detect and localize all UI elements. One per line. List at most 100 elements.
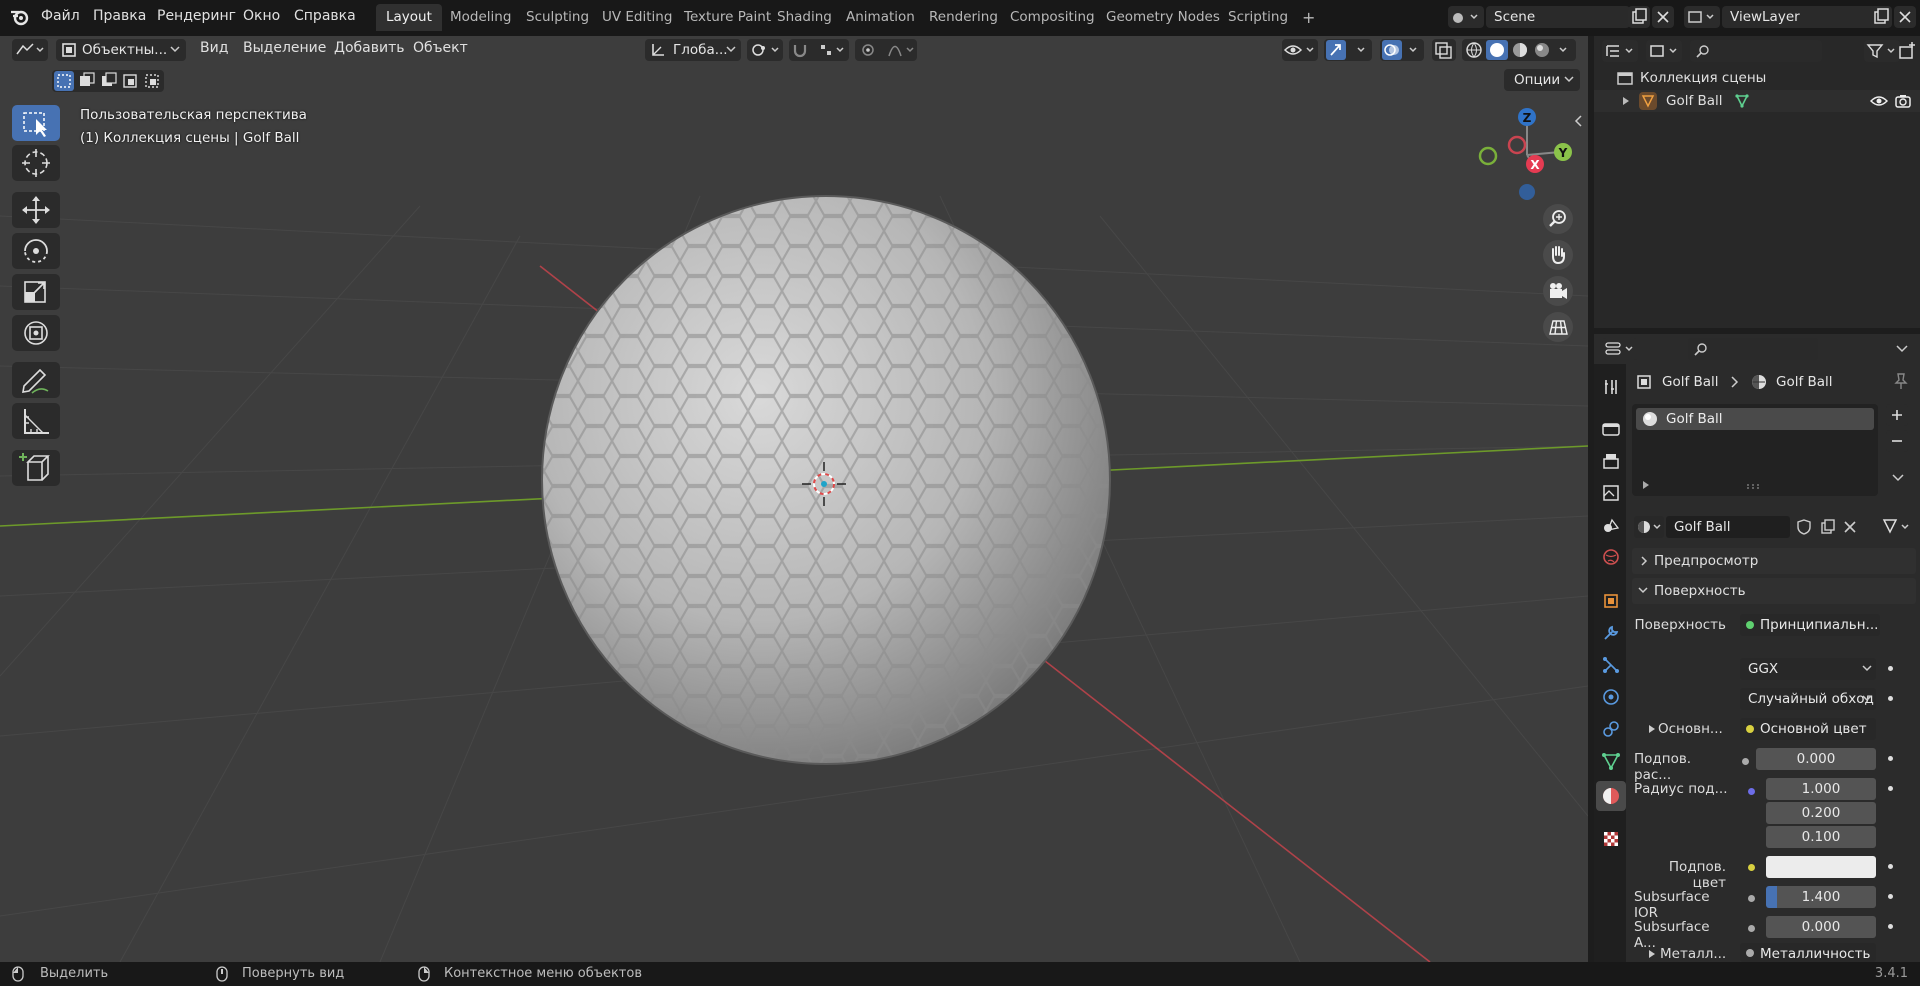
texture-tab-icon[interactable] — [1600, 828, 1622, 850]
select-intersect-icon[interactable] — [145, 74, 159, 88]
surface-shader-field[interactable]: Принципиальн... — [1740, 614, 1880, 636]
xray-toggle[interactable] — [1432, 39, 1456, 61]
ortho-toggle-button[interactable] — [1543, 312, 1573, 342]
select-new-icon[interactable] — [54, 71, 74, 91]
remove-slot-button[interactable] — [1886, 430, 1908, 452]
keyframe-dot[interactable] — [1888, 894, 1893, 899]
pin-icon[interactable] — [1892, 372, 1910, 390]
menu-add[interactable]: Добавить — [334, 40, 404, 56]
data-tab-icon[interactable] — [1600, 750, 1622, 772]
expand-arrow-icon[interactable] — [1648, 724, 1656, 734]
expand-arrow-icon[interactable] — [1642, 480, 1650, 490]
section-surface[interactable]: Поверхность — [1632, 578, 1916, 604]
outliner-row-scene-collection[interactable]: Коллекция сцены — [1594, 68, 1920, 88]
proportional-edit-button[interactable] — [855, 39, 917, 61]
pan-view-button[interactable] — [1543, 240, 1573, 270]
display-mode-dropdown[interactable] — [1646, 40, 1682, 62]
menu-edit[interactable]: Правка — [93, 8, 146, 24]
distribution-dropdown[interactable]: GGX — [1740, 658, 1876, 680]
menu-render[interactable]: Рендеринг — [157, 8, 236, 24]
value-socket-icon[interactable] — [1742, 758, 1749, 765]
scene-browse-button[interactable] — [1448, 6, 1484, 28]
keyframe-dot[interactable] — [1888, 864, 1893, 869]
blender-logo-icon[interactable] — [10, 8, 30, 26]
metallic-link-field[interactable]: Металличность — [1740, 943, 1876, 962]
scale-tool[interactable] — [12, 274, 60, 310]
tab-animation[interactable]: Animation — [836, 4, 925, 31]
tab-texture-paint[interactable]: Texture Paint — [674, 4, 781, 31]
3d-viewport[interactable] — [0, 36, 1588, 962]
select-invert-icon[interactable] — [123, 74, 137, 88]
menu-help[interactable]: Справка — [294, 8, 356, 24]
annotate-tool[interactable] — [12, 362, 60, 398]
subsurface-color-swatch[interactable] — [1766, 856, 1876, 878]
select-subtract-icon[interactable] — [102, 72, 117, 86]
render-camera-icon[interactable] — [1894, 93, 1912, 109]
new-viewlayer-icon[interactable] — [1870, 6, 1892, 28]
menu-object[interactable]: Объект — [413, 40, 468, 56]
rotate-tool[interactable] — [12, 233, 60, 269]
subsurface-aniso-field[interactable]: 0.000 — [1766, 916, 1876, 938]
value-socket-icon[interactable] — [1748, 925, 1755, 932]
tab-compositing[interactable]: Compositing — [1000, 4, 1105, 31]
value-socket-icon[interactable] — [1748, 895, 1755, 902]
radius-x-field[interactable]: 1.000 — [1766, 778, 1876, 800]
vector-socket-icon[interactable] — [1748, 788, 1755, 795]
material-slot-item[interactable]: Golf Ball — [1636, 408, 1874, 430]
output-tab-icon[interactable] — [1600, 450, 1622, 472]
editor-type-button[interactable] — [12, 39, 48, 61]
overlays-toggle[interactable] — [1380, 39, 1424, 61]
keyframe-dot[interactable] — [1888, 786, 1893, 791]
radius-y-field[interactable]: 0.200 — [1766, 802, 1876, 824]
material-browse-button[interactable] — [1634, 516, 1664, 538]
tab-shading[interactable]: Shading — [767, 4, 842, 31]
zoom-view-button[interactable] — [1543, 204, 1573, 234]
subsurface-ior-field[interactable]: 1.400 — [1766, 886, 1876, 908]
solid-shading-icon[interactable] — [1486, 40, 1508, 60]
delete-viewlayer-icon[interactable] — [1894, 6, 1916, 28]
rendered-shading-icon[interactable] — [1535, 43, 1549, 57]
transform-orientation-dropdown[interactable]: Глоба... — [645, 39, 741, 61]
subsurface-field[interactable]: 0.000 — [1756, 748, 1876, 770]
options-dropdown[interactable]: Опции — [1504, 69, 1580, 91]
tab-layout[interactable]: Layout — [376, 4, 442, 31]
tab-sculpting[interactable]: Sculpting — [516, 4, 599, 31]
modifier-tab-icon[interactable] — [1600, 622, 1622, 644]
particles-tab-icon[interactable] — [1600, 654, 1622, 676]
add-cube-tool[interactable] — [12, 450, 60, 486]
keyframe-dot[interactable] — [1888, 756, 1893, 761]
material-tab[interactable] — [1596, 781, 1626, 811]
menu-view[interactable]: Вид — [200, 40, 228, 56]
slot-specials-icon[interactable] — [1890, 472, 1906, 484]
unlink-material-icon[interactable] — [1840, 518, 1860, 536]
scene-tab-icon[interactable] — [1600, 514, 1622, 536]
tab-modeling[interactable]: Modeling — [440, 4, 521, 31]
move-tool[interactable] — [12, 192, 60, 228]
resize-handle-icon[interactable] — [1746, 484, 1762, 490]
material-shading-icon[interactable] — [1513, 43, 1527, 57]
material-name-field[interactable]: Golf Ball — [1666, 516, 1790, 538]
delete-scene-icon[interactable] — [1652, 6, 1674, 28]
camera-view-button[interactable] — [1543, 276, 1573, 306]
fake-user-shield-icon[interactable] — [1794, 518, 1814, 536]
object-mode-dropdown[interactable]: Объектны... — [56, 39, 186, 61]
constraints-tab-icon[interactable] — [1600, 718, 1622, 740]
measure-tool[interactable] — [12, 403, 60, 439]
outliner-editor-type[interactable] — [1602, 40, 1638, 62]
keyframe-dot[interactable] — [1888, 696, 1893, 701]
physics-tab-icon[interactable] — [1600, 686, 1622, 708]
gizmo-toggle[interactable] — [1324, 39, 1372, 61]
select-box-tool[interactable] — [12, 105, 60, 141]
view-layer-tab-icon[interactable] — [1600, 482, 1622, 504]
chevron-down-icon[interactable] — [1894, 342, 1910, 356]
keyframe-dot[interactable] — [1888, 924, 1893, 929]
duplicate-material-icon[interactable] — [1818, 518, 1838, 536]
properties-search-input[interactable] — [1688, 338, 1818, 360]
object-tab-icon[interactable] — [1600, 590, 1622, 612]
world-tab-icon[interactable] — [1600, 546, 1622, 568]
scene-name-field[interactable]: Scene — [1486, 6, 1630, 28]
expand-arrow-icon[interactable] — [1648, 949, 1656, 959]
tab-scripting[interactable]: Scripting — [1218, 4, 1298, 31]
section-preview[interactable]: Предпросмотр — [1632, 548, 1916, 574]
color-socket-icon[interactable] — [1748, 864, 1755, 871]
